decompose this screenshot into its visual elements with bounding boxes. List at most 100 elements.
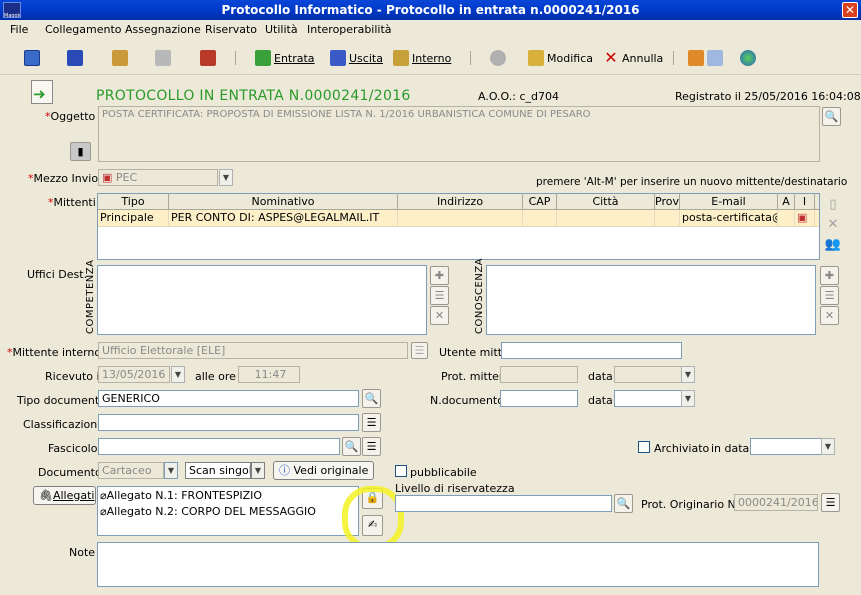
column-header[interactable]: A [778, 194, 795, 210]
prot-mittente-field[interactable] [500, 366, 578, 383]
tipo-documento-search-button[interactable]: 🔍 [362, 389, 381, 408]
new-doc-button[interactable] [24, 48, 43, 68]
book-small-button[interactable]: ▮ [70, 142, 91, 161]
folders-button[interactable] [688, 48, 726, 68]
window-title: Protocollo Informatico - Protocollo in e… [221, 3, 640, 17]
classificazione-tree-button[interactable]: ☰ [362, 413, 381, 432]
fascicolo-search-button[interactable]: 🔍 [342, 437, 361, 456]
new-doc-side-button[interactable]: ▯ [824, 196, 842, 214]
n-documento-date-dropdown[interactable]: ▼ [681, 390, 695, 407]
page-title: PROTOCOLLO IN ENTRATA N.0000241/2016 [96, 88, 411, 104]
pubblicabile-checkbox[interactable] [395, 465, 407, 477]
conoscenza-remove-button[interactable]: ✕ [820, 306, 839, 325]
documento-select[interactable]: Cartaceo [98, 462, 164, 479]
pec-row-icon[interactable]: ▣ [795, 210, 815, 227]
ricevuto-date-field[interactable]: 13/05/2016 [98, 366, 170, 383]
modifica-button[interactable]: Modifica [528, 48, 593, 68]
vedi-originale-button[interactable]: ⓘ Vedi originale [273, 461, 375, 480]
riservatezza-field[interactable] [395, 495, 612, 512]
uffici-dest-label: Uffici Dest. [27, 268, 88, 281]
menu-file[interactable]: File [10, 23, 28, 36]
scan-select[interactable]: Scan singola [185, 462, 251, 479]
delete-side-button[interactable]: ✕ [824, 216, 842, 234]
tipo-documento-field[interactable]: GENERICO [98, 390, 359, 407]
pencil-icon [528, 50, 544, 66]
archiviato-date-field[interactable] [750, 438, 822, 455]
tree-icon: ☰ [824, 289, 835, 302]
table-row[interactable]: Principale PER CONTO DI: ASPES@LEGALMAIL… [98, 210, 819, 227]
interno-button[interactable]: Interno [393, 48, 451, 68]
entrata-icon [255, 50, 271, 66]
competenza-add-button[interactable]: ✚ [430, 266, 449, 285]
utente-mitt-field[interactable] [501, 342, 682, 359]
entrata-button[interactable]: Entrata [255, 48, 315, 68]
conoscenza-add-button[interactable]: ✚ [820, 266, 839, 285]
menu-interoperabilita[interactable]: Interoperabilità [307, 23, 392, 36]
uscita-icon [330, 50, 346, 66]
competenza-list[interactable] [97, 265, 427, 335]
menu-collegamento[interactable]: Collegamento [45, 23, 122, 36]
riservatezza-search-button[interactable]: 🔍 [614, 494, 633, 513]
toolbar-separator [470, 51, 471, 65]
mittente-interno-field[interactable]: Ufficio Elettorale [ELE] [98, 342, 408, 359]
note-field[interactable] [97, 542, 819, 587]
mezzo-invio-dropdown-button[interactable]: ▼ [219, 169, 233, 186]
prot-originario-field[interactable]: 0000241/2016 [734, 494, 818, 511]
annulla-button[interactable]: ✕ Annulla [603, 48, 663, 68]
ricevuto-date-dropdown[interactable]: ▼ [171, 366, 185, 383]
n-documento-field[interactable] [500, 390, 578, 407]
scan-dropdown[interactable]: ▼ [251, 462, 265, 479]
print-button[interactable] [155, 48, 174, 68]
paste-button[interactable] [112, 48, 131, 68]
competenza-tree-button[interactable]: ☰ [430, 286, 449, 305]
prot-originario-tree-button[interactable]: ☰ [821, 493, 840, 512]
book-button[interactable] [200, 48, 219, 68]
save-button[interactable] [67, 48, 86, 68]
users-side-button[interactable]: 👥 [824, 236, 842, 254]
documento-label: Documento [38, 466, 102, 479]
prot-mittente-date-dropdown[interactable]: ▼ [681, 366, 695, 383]
riservatezza-label: Livello di riservatezza [395, 482, 515, 495]
mittenti-table[interactable]: Tipo Nominativo Indirizzo CAP Città Prov… [97, 193, 820, 260]
column-header[interactable]: Città [557, 194, 655, 210]
fascicolo-field[interactable] [98, 438, 340, 455]
n-documento-date-field[interactable] [614, 390, 682, 407]
archiviato-label: Archiviato [654, 442, 710, 455]
allegati-list[interactable]: ⌀Allegato N.1: FRONTESPIZIO ⌀Allegato N.… [97, 486, 359, 536]
classificazione-field[interactable] [98, 414, 359, 431]
archiviato-checkbox[interactable] [638, 441, 650, 453]
column-header[interactable]: I [795, 194, 815, 210]
column-header[interactable]: Tipo [98, 194, 169, 210]
list-item[interactable]: ⌀Allegato N.2: CORPO DEL MESSAGGIO [100, 505, 316, 518]
list-item[interactable]: ⌀Allegato N.1: FRONTESPIZIO [100, 489, 262, 502]
conoscenza-list[interactable] [486, 265, 816, 335]
competenza-remove-button[interactable]: ✕ [430, 306, 449, 325]
mittente-interno-tree-button[interactable]: ☰ [411, 342, 428, 359]
disabled-button[interactable] [490, 48, 509, 68]
column-header[interactable]: E-mail [680, 194, 778, 210]
mezzo-invio-select[interactable]: ▣ PEC [98, 169, 218, 186]
oggetto-field[interactable]: POSTA CERTIFICATA: PROPOSTA DI EMISSIONE… [98, 106, 820, 162]
toolbar-separator [235, 51, 236, 65]
prot-mittente-date-field[interactable] [614, 366, 682, 383]
app-icon[interactable]: Maggioli [3, 2, 21, 18]
column-header[interactable]: CAP [523, 194, 557, 210]
menu-assegnazione[interactable]: Assegnazione [125, 23, 201, 36]
column-header[interactable]: Nominativo [169, 194, 398, 210]
ricevuto-ore-field[interactable]: 11:47 [238, 366, 300, 383]
column-header[interactable]: Indirizzo [398, 194, 523, 210]
globe-button[interactable] [740, 48, 759, 68]
column-header[interactable]: Prov [655, 194, 680, 210]
paperclip-icon: ⌀ [100, 489, 107, 502]
archiviato-date-dropdown[interactable]: ▼ [821, 438, 835, 455]
close-button[interactable]: ✕ [842, 2, 858, 18]
fascicolo-tree-button[interactable]: ☰ [362, 437, 381, 456]
documento-dropdown[interactable]: ▼ [164, 462, 178, 479]
uscita-button[interactable]: Uscita [330, 48, 383, 68]
menu-riservato[interactable]: Riservato [205, 23, 257, 36]
oggetto-search-button[interactable]: 🔍 [822, 107, 841, 126]
x-icon: ✕ [827, 217, 839, 232]
allegati-button[interactable]: 🖇Allegati [33, 486, 96, 505]
conoscenza-tree-button[interactable]: ☰ [820, 286, 839, 305]
menu-utilita[interactable]: Utilità [265, 23, 298, 36]
